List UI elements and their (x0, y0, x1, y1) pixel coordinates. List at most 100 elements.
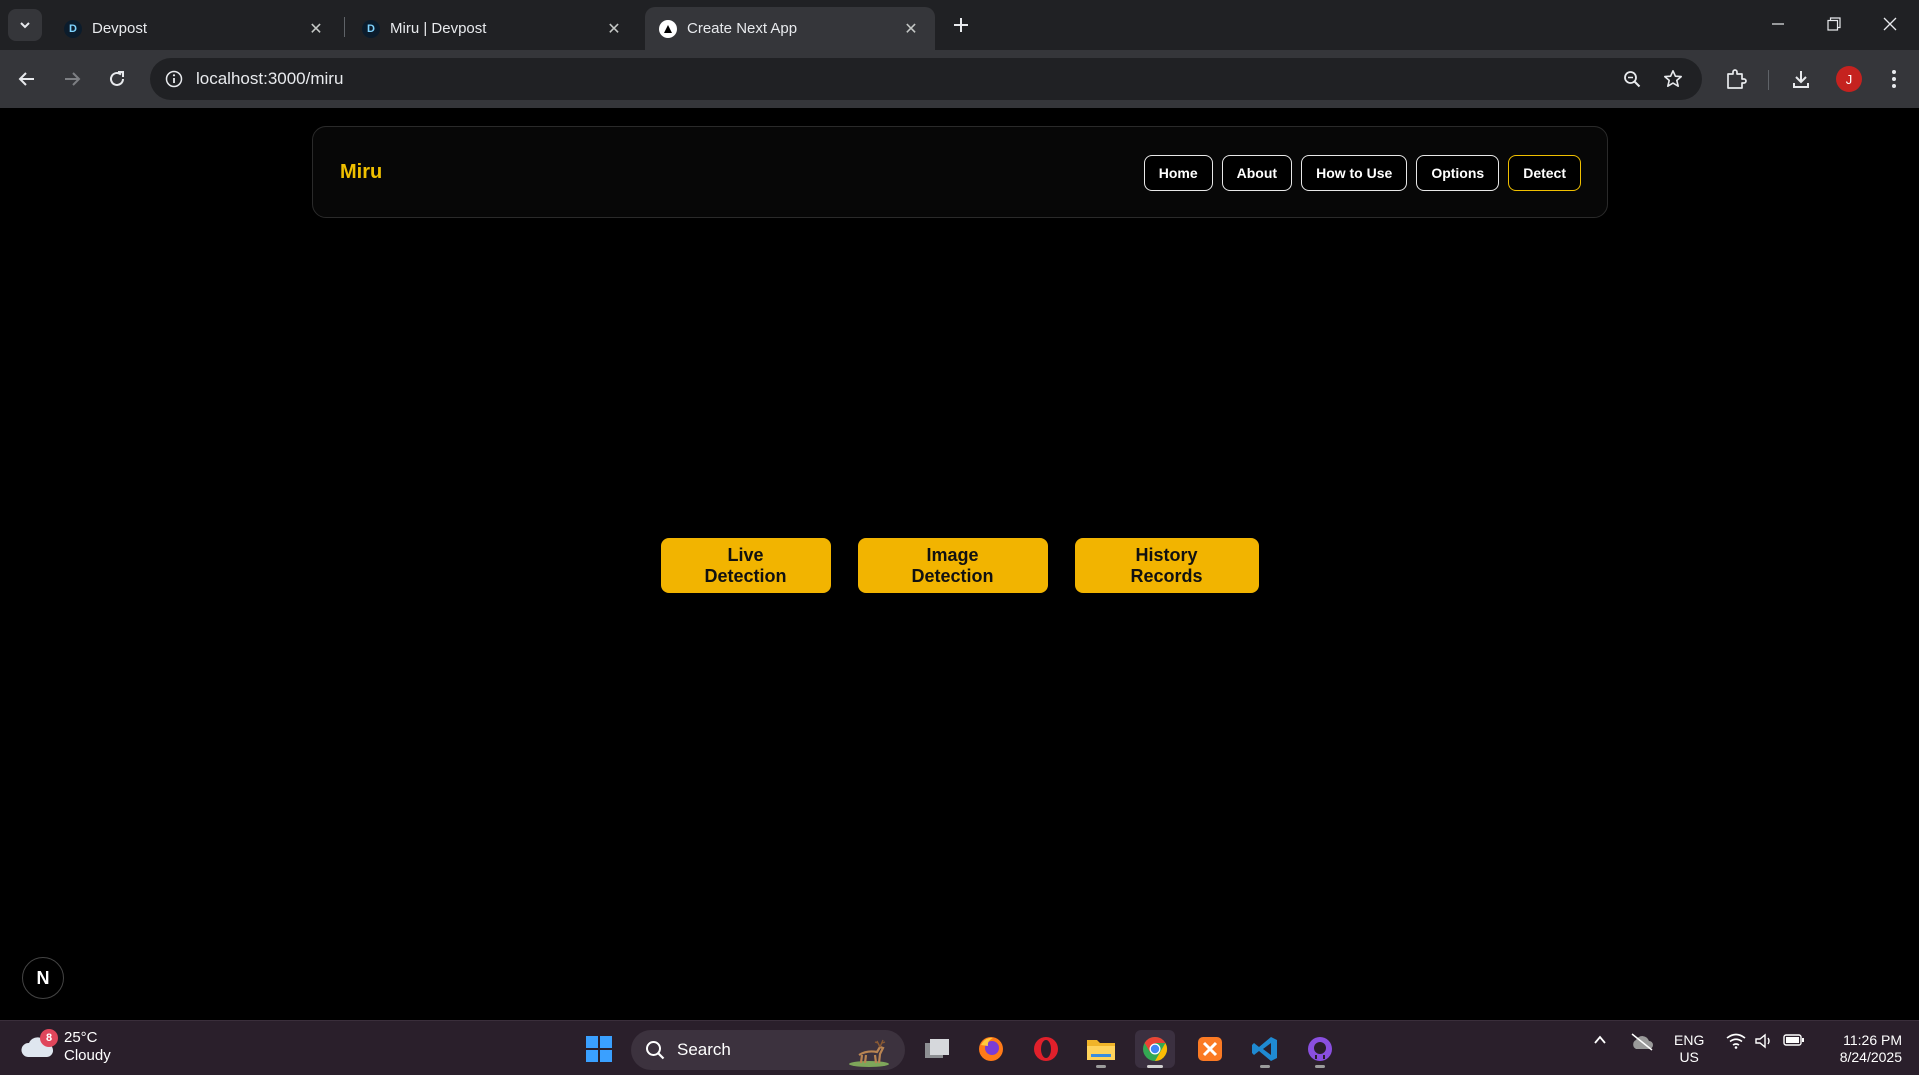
extensions-button[interactable] (1720, 63, 1752, 95)
weather-condition: Cloudy (64, 1047, 111, 1064)
site-navbar: Miru Home About How to Use Options Detec… (312, 126, 1608, 218)
live-detection-button[interactable]: Live Detection (660, 538, 831, 593)
battery-tray[interactable] (1781, 1033, 1807, 1047)
language-line-1: ENG (1674, 1032, 1705, 1048)
nav-home-button[interactable]: Home (1143, 155, 1213, 191)
image-detection-button[interactable]: Image Detection (857, 538, 1048, 593)
opera-app[interactable] (1026, 1030, 1066, 1068)
browser-tab-bar: D Devpost ✕ D Miru | Devpost ✕ Create Ne… (0, 0, 1919, 50)
downloads-button[interactable] (1785, 63, 1817, 95)
task-view-button[interactable] (917, 1030, 957, 1068)
tab-search-button[interactable] (8, 9, 42, 41)
nav-about-button[interactable]: About (1221, 155, 1293, 191)
clock-time: 11:26 PM (1843, 1032, 1902, 1048)
toolbar-divider (1768, 70, 1769, 90)
close-icon (1883, 17, 1897, 31)
restore-button[interactable] (1814, 8, 1854, 40)
kebab-menu-icon (1892, 70, 1896, 88)
devpost-favicon-icon: D (64, 19, 82, 38)
opera-icon (1034, 1037, 1058, 1061)
firefox-app[interactable] (971, 1030, 1011, 1068)
nav-links: Home About How to Use Options Detect (1143, 155, 1581, 191)
deer-illustration-icon (849, 1039, 889, 1067)
chrome-app[interactable] (1135, 1030, 1175, 1068)
nextjs-favicon-icon (659, 19, 677, 38)
nav-detect-button[interactable]: Detect (1508, 155, 1581, 191)
address-bar[interactable]: localhost:3000/miru (150, 58, 1702, 100)
reload-button[interactable] (101, 63, 133, 95)
new-tab-button[interactable] (946, 10, 976, 40)
folder-icon (1087, 1040, 1115, 1060)
url-text: localhost:3000/miru (196, 69, 344, 88)
windows-taskbar: 8 25°C Cloudy Search ENG US 11:26 PM 8/2… (0, 1020, 1919, 1075)
close-icon[interactable]: ✕ (901, 19, 921, 39)
chevron-up-icon (1594, 1035, 1606, 1044)
github-icon (1308, 1037, 1332, 1061)
language-line-2: US (1679, 1049, 1699, 1065)
wifi-tray[interactable] (1724, 1033, 1748, 1049)
weather-badge: 8 (40, 1029, 58, 1047)
task-view-icon (925, 1039, 949, 1058)
nextjs-dev-tools-button[interactable]: N (22, 957, 64, 999)
tab-title: Create Next App (687, 20, 798, 37)
puzzle-icon (1727, 69, 1747, 89)
browser-toolbar: localhost:3000/miru J (0, 50, 1919, 108)
search-label: Search (677, 1040, 731, 1059)
vscode-app[interactable] (1245, 1030, 1285, 1068)
restore-icon (1827, 17, 1841, 31)
forward-button[interactable] (56, 63, 88, 95)
xampp-icon (1198, 1037, 1222, 1061)
bookmark-star-icon[interactable] (1657, 63, 1689, 95)
battery-icon (1783, 1034, 1804, 1046)
minimize-icon (1772, 23, 1784, 25)
minimize-button[interactable] (1758, 8, 1798, 40)
plus-icon (954, 18, 968, 32)
file-explorer-app[interactable] (1081, 1030, 1121, 1068)
github-desktop-app[interactable] (1300, 1030, 1340, 1068)
close-icon[interactable]: ✕ (306, 19, 326, 39)
detection-actions: Live Detection Image Detection History R… (0, 538, 1919, 593)
search-icon (646, 1041, 665, 1060)
download-icon (1793, 71, 1809, 88)
brand-logo[interactable]: Miru (340, 161, 382, 184)
weather-temp: 25°C (64, 1029, 98, 1046)
weather-text: 25°C Cloudy (64, 1029, 111, 1065)
cloud-icon: 8 (20, 1029, 58, 1061)
close-window-button[interactable] (1870, 8, 1910, 40)
arrow-right-icon (65, 72, 81, 86)
tab-title: Miru | Devpost (390, 20, 487, 37)
tab-devpost[interactable]: D Devpost ✕ (50, 7, 340, 50)
start-button[interactable] (579, 1030, 619, 1068)
taskbar-search[interactable]: Search (631, 1030, 905, 1070)
browser-menu-button[interactable] (1878, 63, 1910, 95)
show-hidden-icons-button[interactable] (1590, 1033, 1610, 1047)
zoom-icon[interactable] (1616, 63, 1648, 95)
tab-title: Devpost (92, 20, 148, 37)
tab-miru-devpost[interactable]: D Miru | Devpost ✕ (348, 7, 638, 50)
cloud-offline-icon (1631, 1033, 1653, 1051)
devpost-favicon-icon: D (362, 19, 380, 38)
windows-logo-icon (586, 1036, 612, 1062)
firefox-icon (979, 1037, 1003, 1061)
page-viewport: Miru Home About How to Use Options Detec… (0, 108, 1919, 1020)
language-indicator[interactable]: ENG US (1674, 1032, 1704, 1066)
history-records-button[interactable]: History Records (1074, 538, 1259, 593)
arrow-left-icon (18, 72, 34, 86)
onedrive-tray[interactable] (1628, 1033, 1656, 1051)
vscode-icon (1252, 1037, 1277, 1061)
nav-how-to-use-button[interactable]: How to Use (1301, 155, 1408, 191)
profile-avatar[interactable]: J (1836, 66, 1862, 92)
tab-divider (344, 17, 345, 37)
wifi-icon (1726, 1033, 1746, 1049)
back-button[interactable] (11, 63, 43, 95)
xampp-app[interactable] (1190, 1030, 1230, 1068)
volume-tray[interactable] (1752, 1033, 1776, 1049)
tab-create-next-app[interactable]: Create Next App ✕ (645, 7, 935, 50)
speaker-icon (1755, 1033, 1770, 1049)
close-icon[interactable]: ✕ (604, 19, 624, 39)
system-clock[interactable]: 11:26 PM 8/24/2025 (1824, 1032, 1902, 1066)
reload-icon (110, 71, 124, 86)
nav-options-button[interactable]: Options (1416, 155, 1500, 191)
weather-widget[interactable]: 8 25°C Cloudy (20, 1029, 111, 1065)
site-info-icon[interactable] (164, 69, 184, 89)
